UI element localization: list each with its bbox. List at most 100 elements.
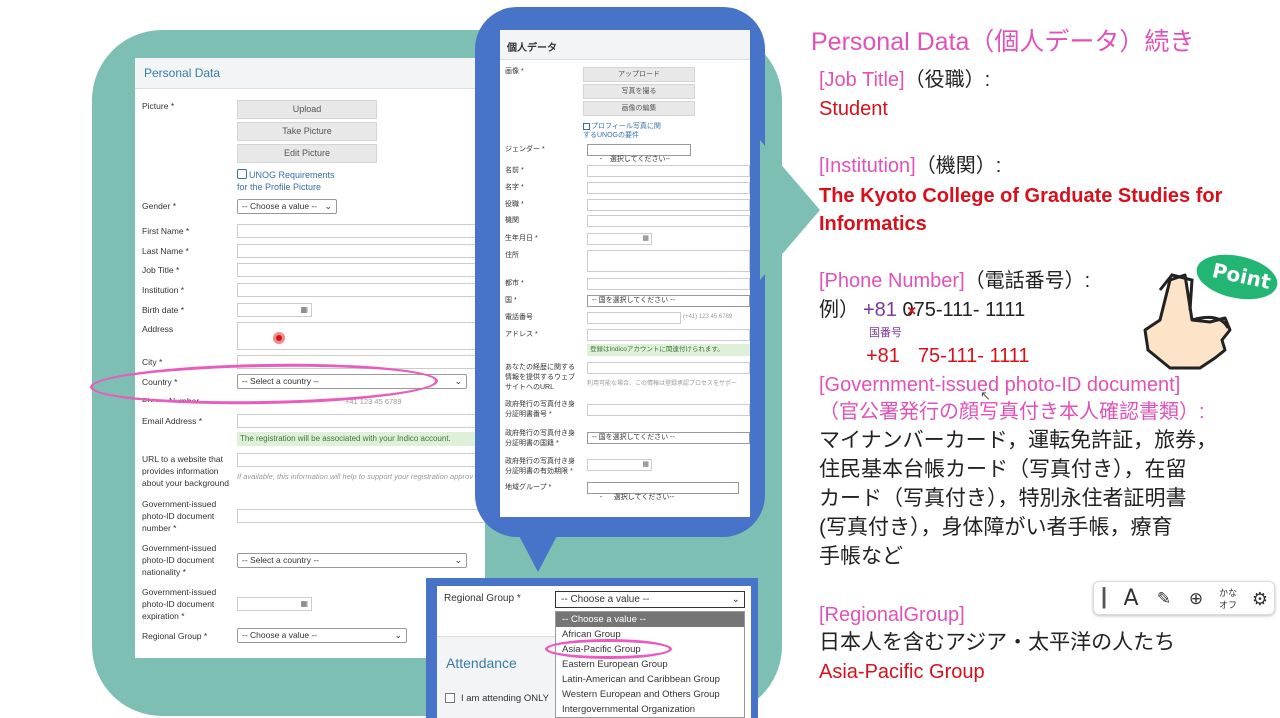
form-title: Personal Data [144,66,221,80]
form-header: Personal Data [135,58,485,89]
jp-country-select-value: -- 国を選択してください -- [592,297,675,304]
job-title-jp: （役職）: [904,69,991,91]
jp-country-label: 国 * [505,297,517,304]
jp-url-label-2: 情報を提供するウェブ [505,374,575,381]
jp-gov-nationality-label-2: 分証明書の国籍 * [505,440,559,447]
institution-value-line-2: Informatics [819,213,927,235]
upload-button[interactable]: Upload [237,100,377,119]
point-illustration: Point [1130,247,1280,380]
jp-address-input[interactable] [587,250,750,272]
gender-select[interactable]: -- Choose a value -- ⌄ [237,199,337,214]
regional-heading: [RegionalGroup] [819,604,965,626]
jp-gov-nationality-select-value: -- 国を選択してください -- [592,434,675,441]
chevron-down-icon: ⌄ [731,594,740,605]
jp-country-select[interactable]: -- 国を選択してください -- [587,295,750,307]
dropdown-option[interactable]: Intergovernmental Organization [556,702,744,717]
jp-gov-number-input[interactable] [587,404,750,416]
regional-dropdown-options: -- Choose a value -- African Group Asia-… [555,611,745,718]
institution-label: Institution * [142,285,185,295]
url-hint: If available, this information will help… [237,472,473,481]
gov-number-label-line-1: Government-issued [142,499,217,509]
job-title-input[interactable] [237,263,485,277]
text-cursor-icon[interactable]: ┃ [1098,585,1110,613]
jp-url-input[interactable] [587,362,750,374]
jp-institution-input[interactable] [587,215,750,227]
jp-last-name-input[interactable] [587,182,750,194]
gov-nationality-select[interactable]: -- Select a country -- ⌄ [237,553,467,568]
attending-checkbox[interactable] [445,693,455,703]
gov-id-line-1: マイナンバーカード，運転免許証，旅券， [819,429,1218,452]
jp-gov-expiration-input[interactable]: ▦ [587,459,652,471]
settings-icon[interactable]: ⚙ [1248,585,1272,613]
jp-requirements-link[interactable]: プロフィール写真に関 [591,122,661,131]
phone-heading: [Phone Number] [819,270,965,292]
picture-label: Picture * [142,101,175,111]
gov-number-input[interactable] [237,509,485,523]
job-title-label: Job Title * [142,265,180,275]
address-label: Address [142,324,174,334]
jp-gov-nationality-select[interactable]: -- 国を選択してください -- [587,432,750,444]
gov-id-line-4: (写真付き），身体障がい者手帳，療育 [819,516,1173,539]
jp-requirements-link-2[interactable]: するUNOGの要件 [583,131,639,140]
jp-city-input[interactable] [587,278,750,290]
japanese-form: 個人データ 画像 * アップロード 写真を撮る 画像の編集 プロフィール写真に関… [500,30,750,517]
calendar-icon[interactable]: ▦ [300,599,308,608]
jp-job-input[interactable] [587,199,750,211]
jp-address-label: 住所 [505,252,519,259]
calendar-icon[interactable]: ▦ [642,460,649,468]
calendar-icon[interactable]: ▦ [300,305,308,314]
regional-dropdown-selected: -- Choose a value -- [561,594,650,605]
jp-gender-select[interactable]: - 選択してください-- [587,144,691,163]
strike-x-icon: × [907,303,917,320]
first-name-input[interactable] [237,224,485,238]
unog-requirements-link-2[interactable]: for the Profile Picture [237,181,321,193]
gender-label: Gender * [142,201,177,211]
jp-first-name-input[interactable] [587,165,750,177]
jp-last-name-label: 名字 * [505,184,524,191]
kana-off-icon[interactable]: かな オフ [1216,585,1240,613]
last-name-input[interactable] [237,244,485,258]
font-size-icon[interactable]: A [1120,585,1142,613]
example-prefix: 例） [819,299,859,321]
jp-phone-input[interactable] [587,312,681,324]
regional-dropdown-select[interactable]: -- Choose a value -- ⌄ [555,591,745,608]
jp-email-label: アドレス * [505,331,538,338]
chevron-down-icon: ⌄ [324,201,332,211]
gov-nationality-select-value: -- Select a country -- [242,555,319,565]
gov-id-line-5: 手帳など [819,545,903,568]
edit-picture-button[interactable]: Edit Picture [237,144,377,163]
jp-institution-label: 機関 [505,217,519,224]
dropdown-option[interactable]: -- Choose a value -- [556,612,744,627]
institution-input[interactable] [237,283,485,297]
jp-edit-picture-button[interactable]: 画像の編集 [583,101,695,116]
url-input[interactable] [237,453,485,467]
jp-gov-nationality-label-1: 政府発行の写真付き身 [505,430,575,437]
regional-value: Asia-Pacific Group [819,661,985,683]
take-picture-button[interactable]: Take Picture [237,122,377,141]
dropdown-option[interactable]: Latin-American and Caribbean Group [556,672,744,687]
gov-id-heading: [Government-issued photo-ID document] [819,374,1181,396]
jp-take-picture-button[interactable]: 写真を撮る [583,84,695,99]
regional-group-select[interactable]: -- Choose a value -- ⌄ [237,628,407,643]
institution-caption: [Institution]（機関）: [819,153,1001,179]
jp-email-input[interactable] [587,329,750,341]
jp-picture-label: 画像 * [505,68,524,75]
jp-regional-select[interactable]: - 選択してください-- [587,482,739,501]
jp-birth-input[interactable]: ▦ [587,233,652,245]
dropdown-option[interactable]: Western European and Others Group [556,687,744,702]
jp-upload-button[interactable]: アップロード [583,67,695,82]
add-note-icon[interactable]: ⊕ [1184,585,1208,613]
calendar-icon[interactable]: ▦ [642,234,649,242]
jp-url-label-3: サイトへのURL [505,384,555,391]
dropdown-option[interactable]: Eastern European Group [556,657,744,672]
external-link-icon [237,169,247,179]
gov-expiration-input[interactable]: ▦ [237,597,312,611]
handwriting-icon[interactable]: ✎ [1152,585,1176,613]
jp-regional-select-value: - 選択してください-- [599,494,675,501]
email-input[interactable] [237,414,485,428]
jp-url-label-1: あなたの経歴に関する [505,364,575,371]
phone-jp: （電話番号）: [964,270,1091,292]
unog-requirements-link[interactable]: UNOG Requirements [249,169,335,181]
birth-date-input[interactable]: ▦ [237,303,312,317]
gov-nationality-label-line-2: photo-ID document [142,555,215,565]
